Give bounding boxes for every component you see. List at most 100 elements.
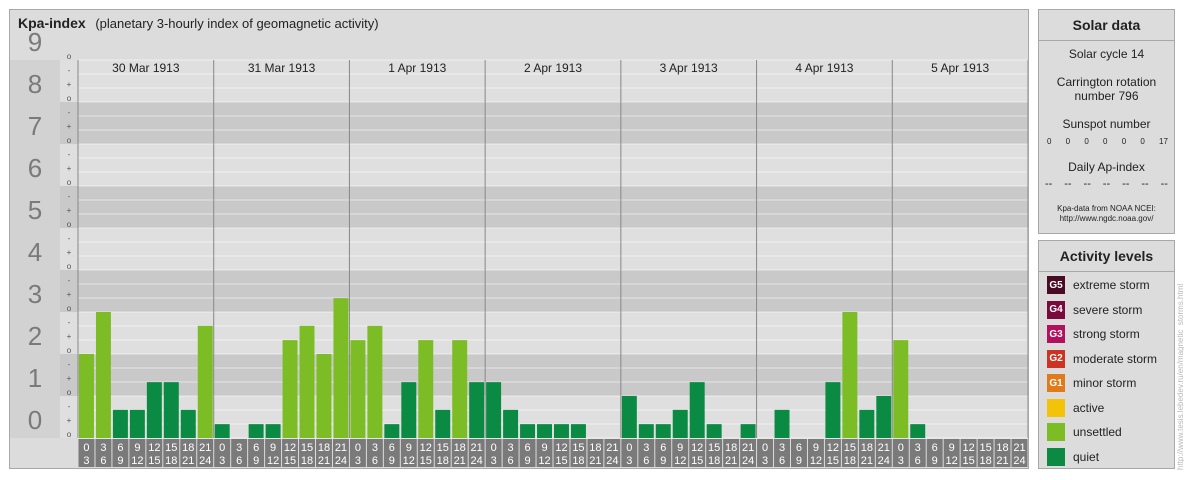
kp-bar [248, 424, 264, 438]
interval-end-label: 15 [963, 455, 975, 467]
y-minor-label: o [67, 136, 72, 145]
interval-start-label: 6 [796, 442, 802, 454]
interval-end-label: 6 [643, 455, 649, 467]
interval-start-label: 6 [389, 442, 395, 454]
interval-start-label: 9 [813, 442, 819, 454]
interval-end-label: 15 [555, 455, 567, 467]
interval-end-label: 21 [182, 455, 194, 467]
activity-level-label: severe storm [1073, 302, 1143, 317]
interval-end-label: 24 [471, 455, 483, 467]
ap-value: -- [1083, 178, 1091, 190]
interval-end-label: 6 [508, 455, 514, 467]
kp-bar [672, 409, 688, 438]
activity-level-item: unsettled [1047, 423, 1122, 441]
day-label: 1 Apr 1913 [388, 61, 446, 75]
interval-end-label: 12 [810, 455, 822, 467]
interval-start-label: 3 [100, 442, 106, 454]
y-minor-label: - [68, 192, 71, 201]
kp-bar [129, 409, 145, 438]
carrington-line-1: Carrington rotation [1056, 75, 1157, 89]
interval-end-label: 3 [762, 455, 768, 467]
interval-end-label: 18 [301, 455, 313, 467]
interval-end-label: 15 [284, 455, 296, 467]
interval-start-label: 21 [199, 442, 211, 454]
activity-level-label: unsettled [1073, 425, 1122, 439]
interval-end-label: 24 [199, 455, 211, 467]
source-watermark: http://www.tesis.lebedev.ru/en/magnetic_… [1176, 283, 1184, 470]
y-minor-label: + [67, 290, 72, 299]
interval-end-label: 3 [898, 455, 904, 467]
activity-level-swatch [1047, 423, 1065, 441]
interval-start-label: 6 [932, 442, 938, 454]
activity-level-label: quiet [1073, 449, 1100, 464]
interval-end-label: 21 [861, 455, 873, 467]
kp-bar [350, 340, 366, 438]
kp-bar [316, 354, 332, 438]
kp-bar [333, 298, 349, 438]
interval-start-label: 6 [117, 442, 123, 454]
sunspot-value: 0 [1065, 137, 1071, 146]
credit-link[interactable]: http://www.ngdc.noaa.gov/ [1039, 214, 1174, 224]
activity-level-item: G5 extreme storm [1047, 276, 1150, 294]
solar-cycle: Solar cycle 14 [1068, 47, 1145, 61]
kp-bar [554, 424, 569, 438]
interval-start-label: 12 [963, 442, 975, 454]
interval-start-label: 3 [236, 442, 242, 454]
band [10, 144, 1028, 186]
interval-end-label: 15 [827, 455, 839, 467]
kp-bar [486, 382, 502, 438]
y-minor-label: + [67, 374, 72, 383]
interval-start-label: 0 [762, 442, 768, 454]
carrington-line-2: number 796 [1074, 89, 1139, 103]
interval-start-label: 21 [606, 442, 618, 454]
activity-levels-heading: Activity levels [1039, 241, 1174, 272]
y-minor-label: - [68, 66, 71, 75]
kp-bar [689, 382, 705, 438]
interval-end-label: 6 [915, 455, 921, 467]
activity-level-item: quiet [1047, 447, 1100, 466]
interval-end-label: 24 [878, 455, 890, 467]
interval-start-label: 9 [406, 442, 412, 454]
kp-bar [163, 382, 179, 438]
y-minor-label: - [68, 234, 71, 243]
kp-bar [825, 382, 841, 438]
y-minor-label: + [67, 164, 72, 173]
interval-start-label: 18 [996, 442, 1008, 454]
interval-start-label: 9 [270, 442, 276, 454]
y-tick-label: 3 [28, 279, 42, 309]
interval-start-label: 9 [134, 442, 140, 454]
interval-start-label: 18 [861, 442, 873, 454]
chart-title: Kpa-index [18, 15, 86, 31]
ap-value: -- [1045, 178, 1053, 190]
kp-bar [401, 382, 417, 438]
interval-start-label: 12 [420, 442, 432, 454]
data-credit: Kpa-data from NOAA NCEI: http://www.ngdc… [1039, 204, 1174, 224]
kp-bar [859, 409, 875, 438]
interval-start-label: 6 [253, 442, 259, 454]
activity-level-swatch: G5 [1047, 276, 1065, 294]
kp-bar [706, 424, 722, 438]
interval-end-label: 9 [253, 455, 259, 467]
interval-start-label: 3 [508, 442, 514, 454]
interval-end-label: 21 [589, 455, 601, 467]
y-minor-label: - [68, 402, 71, 411]
interval-end-label: 18 [979, 455, 991, 467]
kp-bar [384, 424, 400, 438]
interval-end-label: 3 [626, 455, 632, 467]
ap-value: -- [1141, 178, 1149, 190]
activity-level-item: G3 strong storm [1047, 325, 1140, 343]
activity-level-label: strong storm [1073, 327, 1140, 341]
activity-level-label: active [1073, 400, 1105, 415]
kpa-chart-panel: 0 1 2 3 4 5 6 7 8 9 o + - o + - o + - o + - o + - o + - o + - o + - o + - o 30… [9, 9, 1029, 469]
activity-level-swatch: G1 [1047, 374, 1065, 392]
kp-bar [180, 409, 196, 438]
ap-value: -- [1122, 178, 1130, 190]
kp-bar [621, 396, 637, 438]
ap-label: Daily Ap-index [1068, 160, 1145, 174]
y-minor-label: + [67, 122, 72, 131]
interval-end-label: 9 [524, 455, 530, 467]
y-minor-label: - [68, 108, 71, 117]
activity-levels-panel: Activity levels G5 extreme storm G4 severe … [1038, 240, 1175, 469]
y-tick-label: 8 [28, 69, 42, 99]
interval-end-label: 24 [606, 455, 618, 467]
